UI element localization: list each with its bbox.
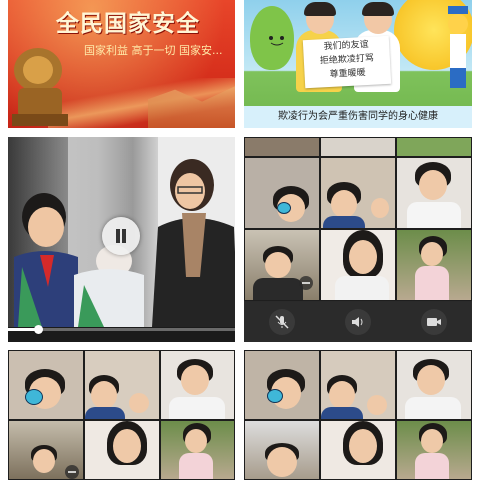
poster-slogan: 欺凌行为会严重伤害同学的身心健康 (244, 106, 472, 128)
participant-tile (320, 137, 396, 157)
participant-tile (8, 350, 84, 420)
student-figure (74, 245, 144, 327)
video-call-screenshot-1[interactable] (244, 137, 472, 342)
video-call-screenshot-3[interactable] (244, 350, 472, 480)
participant-tile (320, 420, 396, 480)
handwritten-sign: 我们的友谊 拒绝欺凌打骂 尊重暖暖 (302, 35, 392, 89)
cartoon-character-graphic (448, 6, 468, 88)
participant-tile (84, 420, 160, 480)
video-progress-handle[interactable] (33, 325, 43, 334)
video-call-screenshot-2[interactable] (8, 350, 235, 480)
speaker-icon (352, 317, 363, 327)
pause-button[interactable] (102, 217, 140, 255)
call-control-bar (244, 302, 472, 342)
security-banner-image[interactable]: 全民国家安全 国家利益 高于一切 国家安... (8, 0, 235, 128)
participant-tile (244, 137, 320, 157)
tile-more-button[interactable] (299, 276, 313, 290)
banner-subtitle: 国家利益 高于一切 国家安... (84, 44, 223, 57)
participant-tile (320, 350, 396, 420)
participant-tile (244, 157, 320, 229)
student-figure (14, 193, 78, 327)
classroom-video-player[interactable] (8, 137, 235, 342)
participant-tile (8, 420, 84, 480)
participant-tile (160, 350, 235, 420)
speaker-button[interactable] (345, 309, 371, 335)
stone-lion-graphic (12, 48, 68, 126)
participant-tile (396, 229, 472, 301)
participant-tile (244, 229, 320, 301)
participant-tile (320, 157, 396, 229)
tile-more-button[interactable] (65, 465, 79, 479)
camera-icon (427, 318, 441, 326)
participant-tile (244, 350, 320, 420)
participant-tile (244, 420, 320, 480)
video-progress-bar[interactable] (8, 325, 235, 334)
anti-bullying-poster-image[interactable]: 我们的友谊 拒绝欺凌打骂 尊重暖暖 欺凌行为会严重伤害同学的身心健康 (244, 0, 472, 128)
participant-tile (396, 137, 472, 157)
participant-tile (320, 229, 396, 301)
participant-tile (160, 420, 235, 480)
participant-tile (396, 350, 472, 420)
banner-title: 全民国家安全 (56, 11, 200, 37)
participant-tile (396, 157, 472, 229)
cartoon-tree-graphic (250, 6, 294, 70)
teacher-figure (152, 159, 235, 327)
mic-off-icon (275, 315, 289, 329)
mute-button[interactable] (269, 309, 295, 335)
camera-button[interactable] (421, 309, 447, 335)
participant-tile (84, 350, 160, 420)
participant-tile (396, 420, 472, 480)
